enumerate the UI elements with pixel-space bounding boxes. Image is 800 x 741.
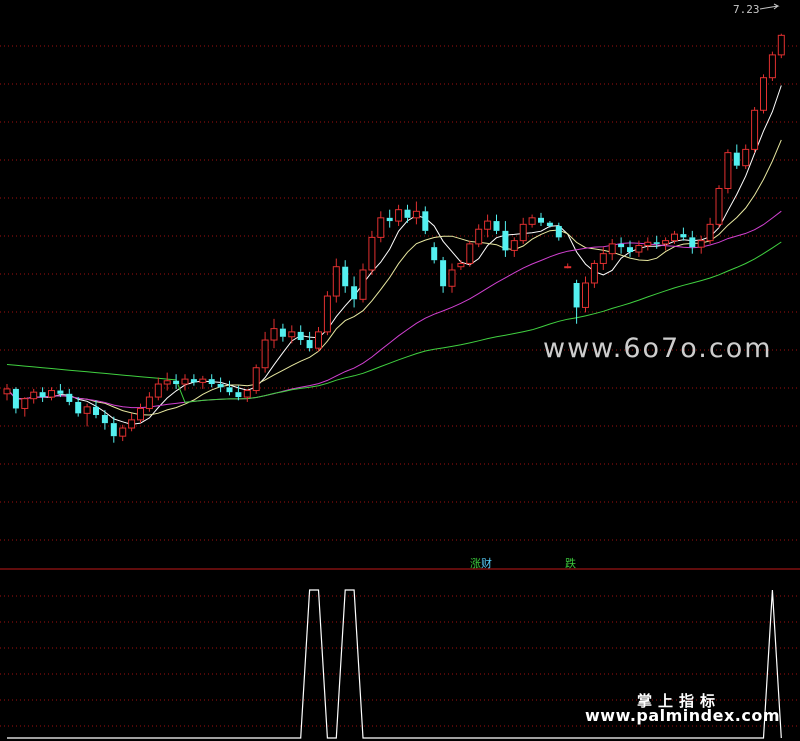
rise-flag-text-2: 财 [481, 557, 492, 570]
candle [359, 263, 367, 303]
candle [502, 221, 509, 257]
candle [110, 416, 117, 443]
candle [440, 256, 447, 293]
candle [181, 374, 189, 391]
candle [528, 214, 536, 228]
ma-mid-line [6, 139, 782, 416]
candle [332, 258, 340, 303]
price-grid [0, 45, 800, 541]
ma-trend-line [6, 241, 782, 403]
candle [261, 331, 269, 373]
candle [243, 388, 251, 402]
candle [66, 388, 73, 406]
candle [484, 214, 492, 238]
candle [199, 375, 207, 389]
candle [733, 144, 740, 169]
candle [323, 291, 331, 336]
candle [315, 326, 322, 352]
candle [760, 74, 767, 114]
candle [662, 237, 670, 251]
candle [119, 424, 127, 442]
candle [431, 242, 438, 264]
candle [190, 374, 197, 386]
candle [697, 235, 705, 254]
candle [93, 400, 99, 419]
watermark-site-bottom: www.palmindex.com [585, 706, 781, 725]
candle [39, 387, 46, 402]
candle [724, 149, 732, 194]
candle [173, 374, 180, 389]
candle [297, 325, 304, 345]
candle [412, 201, 420, 225]
candle [395, 204, 403, 226]
candle [715, 185, 723, 228]
candle [538, 212, 544, 226]
candle [279, 323, 286, 342]
candle [519, 217, 527, 244]
candle [12, 387, 19, 414]
candle [466, 240, 474, 267]
candle [644, 237, 652, 251]
candle [386, 209, 393, 228]
stock-chart [0, 3, 800, 739]
candle [3, 384, 11, 401]
rise-signal-flag: 涨财 [470, 555, 492, 571]
fall-signal-flag: 跌 [565, 557, 576, 570]
candle [21, 397, 29, 417]
candle [377, 211, 385, 243]
ma-short-line [6, 85, 782, 425]
candle [368, 230, 376, 275]
candle [351, 276, 358, 308]
candle [288, 325, 296, 344]
last-price-label: 7.23 [733, 3, 760, 16]
candle [493, 214, 500, 235]
watermark-site-top: www.6o7o.com [543, 333, 773, 364]
candle [270, 318, 278, 349]
candle [689, 230, 696, 254]
candle [342, 260, 349, 293]
candle [154, 377, 162, 401]
candle [457, 260, 465, 270]
candle [30, 388, 38, 404]
candle [706, 217, 714, 244]
candlestick-series [3, 33, 785, 443]
candle [768, 51, 776, 81]
candle [226, 380, 233, 396]
candle [475, 224, 483, 248]
candle [653, 235, 660, 249]
candle [306, 331, 313, 352]
candle [217, 377, 224, 393]
candle [48, 387, 55, 401]
candle [137, 403, 144, 424]
candle [448, 263, 456, 293]
candle [252, 364, 260, 394]
candle [590, 260, 598, 288]
candle [145, 392, 153, 412]
candle [608, 239, 616, 261]
candle [777, 33, 785, 59]
candle [751, 107, 759, 153]
candle [742, 144, 750, 169]
candle [618, 237, 625, 254]
last-price-arrow [759, 3, 780, 10]
candle [208, 374, 215, 388]
candle [564, 263, 572, 269]
candle [582, 276, 589, 313]
candle [163, 372, 171, 391]
rise-flag-text-1: 涨 [470, 557, 481, 570]
candle [510, 237, 518, 257]
moving-average-lines [6, 85, 782, 425]
candle [422, 206, 429, 235]
candle [128, 413, 136, 432]
candle [680, 227, 687, 241]
candle [83, 403, 91, 427]
